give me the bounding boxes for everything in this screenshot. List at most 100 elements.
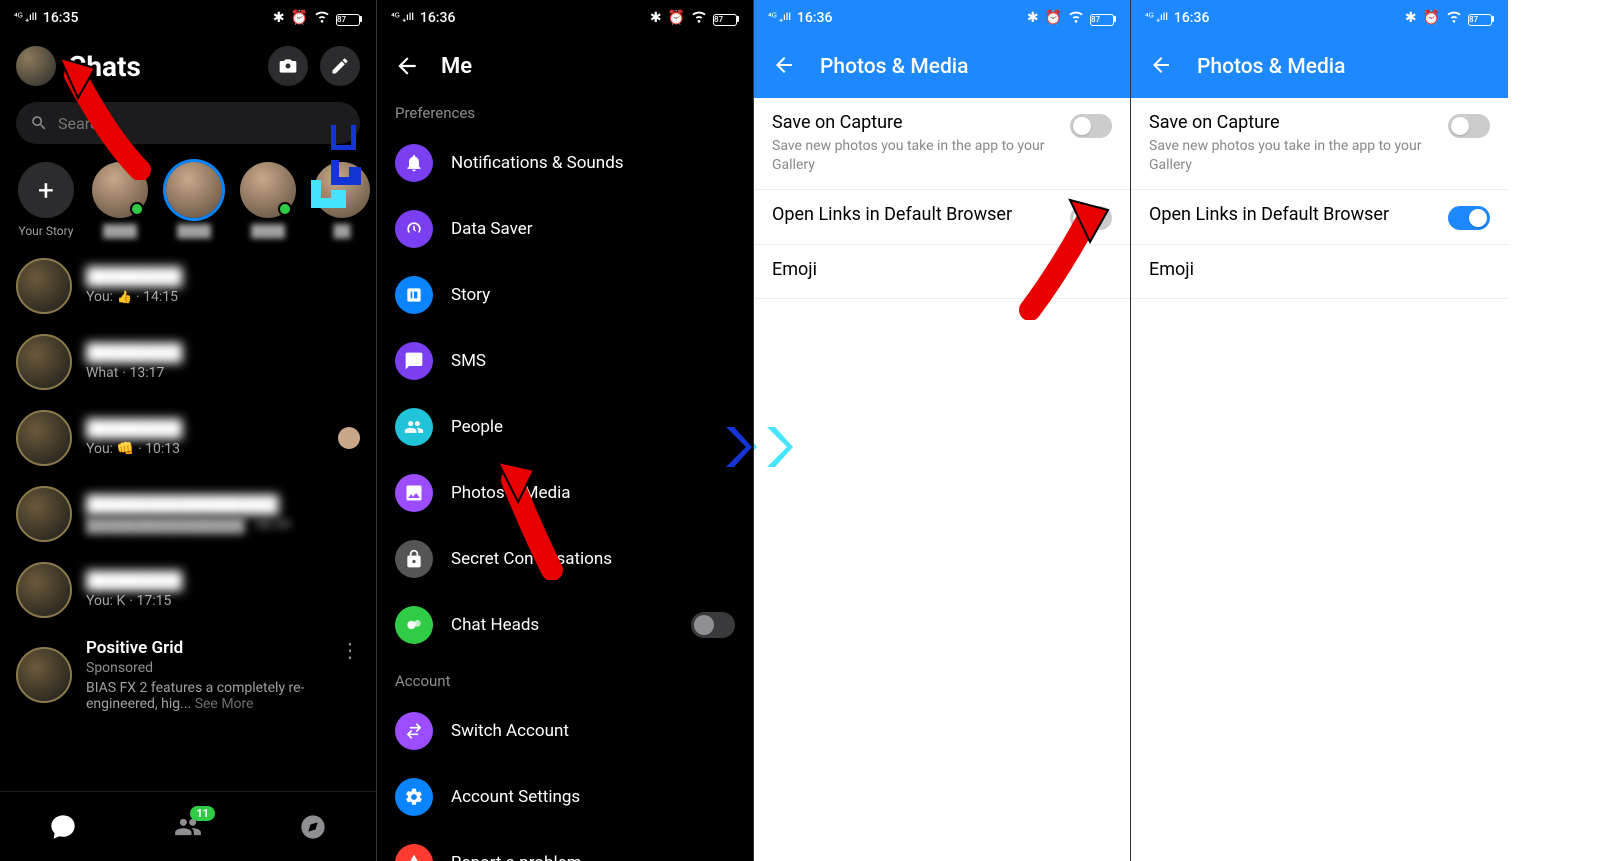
plus-icon: + — [18, 162, 74, 218]
header: Photos & Media — [754, 36, 1130, 98]
row-photos-media[interactable]: Photos & Media — [377, 460, 753, 526]
row-switch-account[interactable]: Switch Account — [377, 698, 753, 764]
avatar — [16, 334, 72, 390]
row-title: Emoji — [1149, 259, 1490, 280]
story-icon — [395, 276, 433, 314]
battery-icon: 87 — [1468, 10, 1494, 26]
gear-icon — [395, 778, 433, 816]
bluetooth-icon: ✱ — [1027, 10, 1039, 26]
chat-preview: You: 👍 · 14:15 — [86, 289, 360, 305]
signal-icon: ⁴ᴳ ₊ıll — [14, 13, 37, 23]
battery-icon: 87 — [1090, 10, 1116, 26]
warning-icon — [395, 844, 433, 861]
row-title: Emoji — [772, 259, 1112, 280]
open-links-toggle[interactable] — [1448, 206, 1490, 230]
story-item[interactable]: ████ — [90, 162, 150, 238]
compose-button[interactable] — [320, 46, 360, 86]
gauge-icon — [395, 210, 433, 248]
avatar — [16, 647, 72, 703]
chat-name: ████████ — [86, 267, 360, 287]
row-label: Chat Heads — [451, 615, 673, 635]
row-label: Switch Account — [451, 721, 735, 741]
chat-row[interactable]: ████████ You: K · 17:15 — [0, 552, 376, 628]
signal-icon: ⁴ᴳ ₊ıll — [1145, 13, 1168, 23]
row-sub: Save new photos you take in the app to y… — [1149, 137, 1436, 175]
search-bar[interactable] — [16, 102, 360, 144]
image-icon — [395, 474, 433, 512]
row-sms[interactable]: SMS — [377, 328, 753, 394]
status-bar: ⁴ᴳ ₊ıll16:36 ✱ ⏰ 87 — [754, 0, 1130, 36]
row-emoji[interactable]: Emoji — [754, 245, 1130, 299]
sponsor-name: Positive Grid — [86, 638, 326, 658]
chat-row[interactable]: ████████ You: 👍 · 14:15 — [0, 248, 376, 324]
row-emoji[interactable]: Emoji — [1131, 245, 1508, 299]
search-input[interactable] — [58, 114, 346, 133]
nav-discover[interactable] — [296, 810, 330, 844]
row-data-saver[interactable]: Data Saver — [377, 196, 753, 262]
row-people[interactable]: People — [377, 394, 753, 460]
row-label: Story — [451, 285, 735, 305]
chat-icon — [395, 342, 433, 380]
nav-chats[interactable] — [46, 810, 80, 844]
row-chat-heads[interactable]: Chat Heads — [377, 592, 753, 658]
open-links-toggle[interactable] — [1070, 206, 1112, 230]
status-time: 16:36 — [1174, 10, 1210, 26]
wifi-icon — [1068, 8, 1084, 28]
chat-preview: You: K · 17:15 — [86, 593, 360, 609]
wifi-icon — [691, 8, 707, 28]
row-title: Open Links in Default Browser — [1149, 204, 1436, 225]
wifi-icon — [314, 8, 330, 28]
row-sub: Save new photos you take in the app to y… — [772, 137, 1058, 175]
your-story[interactable]: + Your Story — [16, 162, 76, 238]
row-report[interactable]: Report a problem — [377, 830, 753, 861]
chat-name: ████████ — [86, 571, 360, 591]
search-icon — [30, 114, 48, 132]
nav-badge: 11 — [190, 806, 215, 821]
chat-row[interactable]: ████████ You: 👊 · 10:13 — [0, 400, 376, 476]
story-item[interactable]: ████ — [164, 162, 224, 238]
more-icon[interactable]: ⋮ — [340, 638, 360, 662]
back-button[interactable] — [772, 53, 796, 81]
battery-icon: 87 — [336, 10, 362, 26]
section-account: Account — [377, 658, 753, 698]
sponsored-row[interactable]: Positive Grid Sponsored BIAS FX 2 featur… — [0, 628, 376, 722]
seen-avatar — [338, 427, 360, 449]
row-label: Photos & Media — [451, 483, 735, 503]
row-open-links[interactable]: Open Links in Default Browser — [754, 190, 1130, 245]
page-title: Photos & Media — [1197, 55, 1345, 79]
chat-heads-toggle[interactable] — [691, 612, 735, 638]
wifi-icon — [1446, 8, 1462, 28]
bluetooth-icon: ✱ — [1405, 10, 1417, 26]
row-save-capture[interactable]: Save on Capture Save new photos you take… — [1131, 98, 1508, 190]
bluetooth-icon: ✱ — [650, 10, 662, 26]
back-button[interactable] — [1149, 53, 1173, 81]
save-capture-toggle[interactable] — [1448, 114, 1490, 138]
row-label: Secret Conversations — [451, 549, 735, 569]
save-capture-toggle[interactable] — [1070, 114, 1112, 138]
row-story[interactable]: Story — [377, 262, 753, 328]
story-item[interactable]: ████ — [238, 162, 298, 238]
chat-row[interactable]: ████████████████ ████████████████ · 06:5… — [0, 476, 376, 552]
row-label: Data Saver — [451, 219, 735, 239]
status-bar: ⁴ᴳ ₊ıll16:35 ✱ ⏰ 87 — [0, 0, 376, 36]
status-time: 16:35 — [43, 10, 79, 26]
row-title: Save on Capture — [1149, 112, 1436, 133]
story-item[interactable]: ██ — [312, 162, 372, 238]
people-icon — [395, 408, 433, 446]
row-account-settings[interactable]: Account Settings — [377, 764, 753, 830]
row-notifications[interactable]: Notifications & Sounds — [377, 130, 753, 196]
nav-people[interactable]: 11 — [171, 810, 205, 844]
chat-row[interactable]: ████████ What · 13:17 — [0, 324, 376, 400]
chat-name: ████████████████ — [86, 495, 360, 515]
camera-button[interactable] — [268, 46, 308, 86]
profile-avatar[interactable] — [16, 46, 56, 86]
back-button[interactable] — [393, 52, 421, 80]
row-open-links[interactable]: Open Links in Default Browser — [1131, 190, 1508, 245]
status-bar: ⁴ᴳ ₊ıll 16:36 ✱ ⏰ 87 — [1131, 0, 1508, 36]
alarm-icon: ⏰ — [1423, 10, 1440, 26]
row-save-capture[interactable]: Save on Capture Save new photos you take… — [754, 98, 1130, 190]
row-secret[interactable]: Secret Conversations — [377, 526, 753, 592]
bottom-nav: 11 — [0, 791, 376, 861]
bell-icon — [395, 144, 433, 182]
chat-preview: You: 👊 · 10:13 — [86, 441, 324, 457]
